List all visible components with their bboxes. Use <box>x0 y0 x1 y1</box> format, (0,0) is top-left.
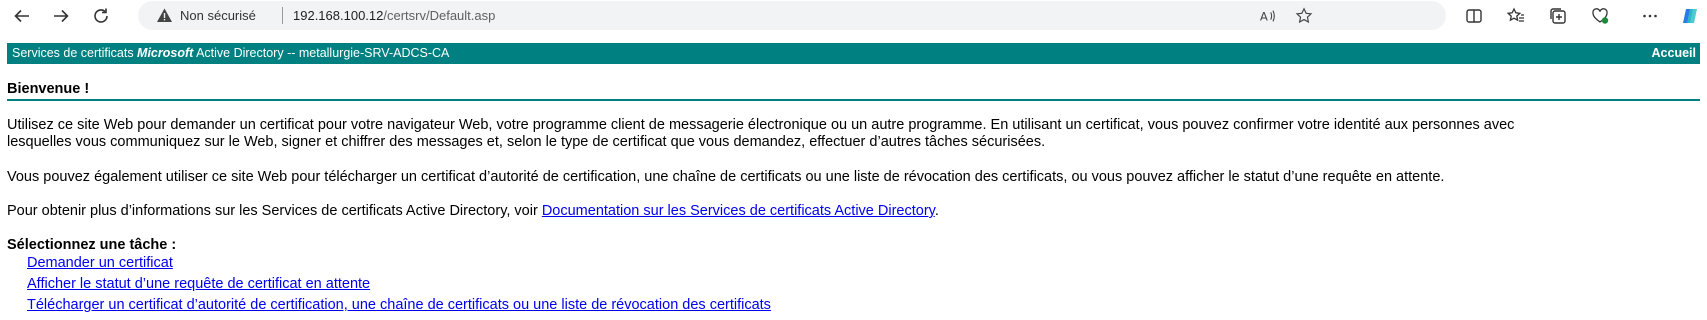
favorites-icon[interactable] <box>1502 2 1530 30</box>
more-menu-icon[interactable] <box>1636 2 1664 30</box>
download-paragraph: Vous pouvez également utiliser ce site W… <box>7 169 1445 185</box>
intro-line-2: lesquelles vous communiquez sur le Web, … <box>7 134 1046 150</box>
header-title-prefix: Services de certificats <box>12 46 138 60</box>
docs-end: . <box>934 203 939 219</box>
documentation-link[interactable]: Documentation sur les Services de certif… <box>542 203 935 219</box>
forward-arrow-icon[interactable] <box>47 2 75 30</box>
url-text[interactable]: 192.168.100.12/certsrv/Default.asp <box>293 8 495 23</box>
intro-paragraph: Utilisez ce site Web pour demander un ce… <box>7 117 1514 151</box>
request-certificate-link[interactable]: Demander un certificat <box>27 255 173 271</box>
warning-icon[interactable] <box>156 7 173 24</box>
address-bar[interactable]: Non sécurisé 192.168.100.12/certsrv/Defa… <box>138 1 1446 30</box>
docs-text: Pour obtenir plus d’informations sur les… <box>7 203 542 219</box>
url-host: 192.168.100.12 <box>293 8 384 23</box>
favorite-star-icon[interactable] <box>1294 6 1314 26</box>
welcome-heading: Bienvenue ! <box>7 81 90 97</box>
header-title-suffix: Active Directory -- metallurgie-SRV-ADCS… <box>193 46 450 60</box>
header-title: Services de certificats Microsoft Active… <box>12 46 449 60</box>
docs-paragraph: Pour obtenir plus d’informations sur les… <box>7 203 939 220</box>
security-label[interactable]: Non sécurisé <box>180 8 256 23</box>
split-screen-icon[interactable] <box>1460 2 1488 30</box>
collections-icon[interactable] <box>1544 2 1572 30</box>
pending-request-status-link[interactable]: Afficher le statut d’une requête de cert… <box>27 276 370 292</box>
read-aloud-icon[interactable]: A <box>1258 6 1278 26</box>
intro-line-1: Utilisez ce site Web pour demander un ce… <box>7 117 1515 133</box>
svg-text:A: A <box>1260 10 1268 24</box>
browser-essentials-icon[interactable] <box>1586 2 1614 30</box>
tasks-title: Sélectionnez une tâche : <box>7 237 177 253</box>
back-arrow-icon[interactable] <box>8 2 36 30</box>
page-header-bar: Services de certificats Microsoft Active… <box>7 43 1700 64</box>
refresh-icon[interactable] <box>87 2 115 30</box>
address-separator <box>282 7 283 24</box>
copilot-icon[interactable] <box>1676 2 1704 30</box>
download-ca-certificate-link[interactable]: Télécharger un certificat d’autorité de … <box>27 297 771 313</box>
url-path: /certsrv/Default.asp <box>383 8 496 23</box>
header-title-brand: Microsoft <box>137 46 194 60</box>
home-link[interactable]: Accueil <box>1652 46 1696 60</box>
browser-toolbar: Non sécurisé 192.168.100.12/certsrv/Defa… <box>0 0 1707 31</box>
heading-divider <box>7 99 1700 101</box>
